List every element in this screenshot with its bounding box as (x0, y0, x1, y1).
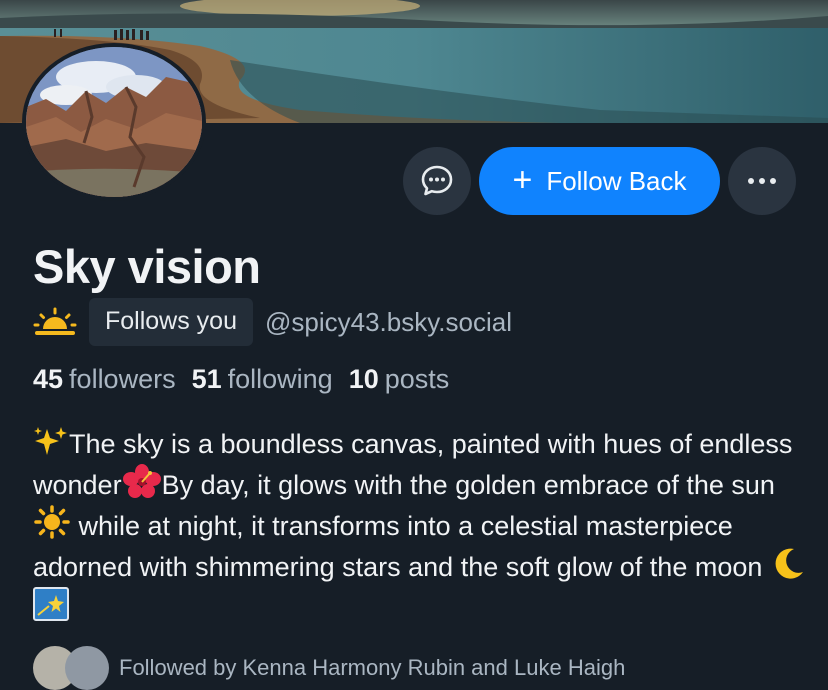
bio-text-3: while at night, it transforms into a cel… (33, 511, 763, 582)
handle-row: Follows you @spicy43.bsky.social (33, 298, 512, 346)
follow-back-label: Follow Back (546, 165, 687, 196)
profile-stats: 45 followers 51 following 10 posts (33, 364, 455, 395)
following-label: following (227, 364, 333, 394)
profile-bio: The sky is a boundless canvas, painted w… (33, 424, 813, 628)
sunrise-icon (33, 307, 77, 335)
posts-label: posts (384, 364, 450, 394)
following-stat[interactable]: 51 following (192, 364, 339, 395)
followers-label: followers (69, 364, 176, 394)
display-name: Sky vision (33, 240, 261, 293)
plus-icon: + (512, 160, 533, 199)
profile-avatar[interactable] (22, 43, 206, 201)
follow-back-button[interactable]: + Follow Back (479, 147, 720, 215)
followed-by-row[interactable]: Followed by Kenna Harmony Rubin and Luke… (33, 646, 625, 690)
chat-bubble-icon (421, 165, 453, 196)
bio-text-2: By day, it glows with the golden embrace… (161, 470, 775, 500)
shooting-star-icon (33, 587, 69, 621)
sun-icon (34, 505, 70, 539)
follows-you-badge: Follows you (89, 298, 253, 346)
more-options-button[interactable] (728, 147, 796, 215)
followers-count: 45 (33, 364, 64, 394)
posts-stat: 10 posts (349, 364, 456, 395)
sparkles-icon (34, 427, 67, 455)
user-handle[interactable]: @spicy43.bsky.social (265, 307, 512, 338)
crescent-moon-icon (775, 548, 803, 579)
follower-avatar (65, 646, 109, 690)
posts-count: 10 (348, 364, 379, 394)
ellipsis-icon (748, 178, 776, 184)
followed-by-text: Followed by Kenna Harmony Rubin and Luke… (119, 655, 626, 680)
message-button[interactable] (403, 147, 471, 215)
following-count: 51 (191, 364, 222, 394)
hibiscus-icon (122, 464, 161, 498)
avatar-image (26, 47, 202, 197)
followers-stat[interactable]: 45 followers (33, 364, 182, 395)
